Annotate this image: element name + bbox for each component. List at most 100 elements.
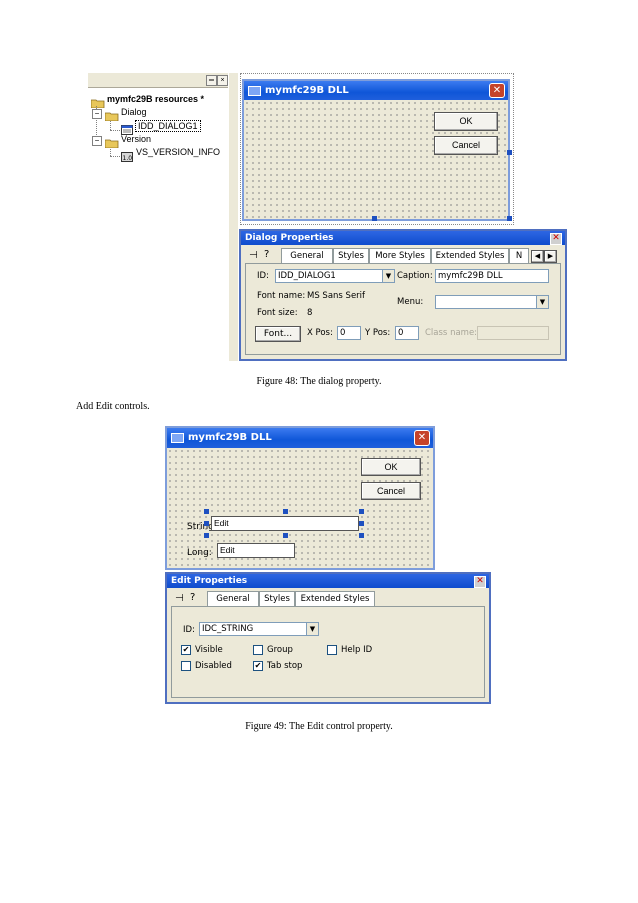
collapse-icon[interactable]: −	[92, 109, 102, 119]
pin-icon[interactable]: ⊣	[249, 250, 258, 261]
folder-open-icon	[104, 108, 119, 122]
dialog-properties-window[interactable]: Dialog Properties ✕ ⊣ ? General Styles M…	[239, 229, 567, 361]
dialog-title: mymfc29B DLL	[265, 85, 349, 96]
group-checkbox[interactable]	[253, 645, 263, 655]
ypos-label: Y Pos:	[365, 328, 391, 338]
close-button[interactable]: ✕	[474, 576, 486, 588]
font-name-value: MS Sans Serif	[307, 291, 366, 301]
properties-titlebar[interactable]: Edit Properties ✕	[167, 574, 489, 588]
resource-tree-panel: ═ × mymfc29B resources * − Dialog IDD_DI…	[88, 73, 229, 361]
id-combobox[interactable]: IDD_DIALOG1 ▼	[275, 269, 395, 283]
dropdown-arrow-icon[interactable]: ▼	[306, 623, 318, 635]
resize-handle[interactable]	[283, 533, 288, 538]
visible-checkbox[interactable]: ✔	[181, 645, 191, 655]
tree-item-vs-version-info[interactable]: VS_VERSION_INFO	[136, 147, 220, 157]
ok-button[interactable]: OK	[434, 112, 498, 131]
check-icon: ✔	[254, 661, 262, 670]
properties-titlebar[interactable]: Dialog Properties ✕	[241, 231, 565, 245]
caption-input[interactable]: mymfc29B DLL	[435, 269, 549, 283]
visible-label: Visible	[195, 645, 223, 655]
body-paragraph: Add Edit controls.	[76, 401, 150, 412]
ok-button[interactable]: OK	[361, 458, 421, 476]
ypos-input[interactable]: 0	[395, 326, 419, 340]
long-edit-text: Edit	[220, 545, 235, 555]
string-edit-field[interactable]: Edit	[211, 516, 359, 531]
cancel-button[interactable]: Cancel	[434, 136, 498, 155]
menu-combobox[interactable]: ▼	[435, 295, 549, 309]
dropdown-arrow-icon[interactable]: ▼	[536, 296, 548, 308]
folder-open-icon	[90, 95, 105, 109]
tree-panel-header: ═ ×	[88, 73, 228, 88]
figure-49-caption: Figure 49: The Edit control property.	[245, 721, 393, 732]
grip-icon[interactable]: ═	[206, 75, 217, 86]
dialog-titlebar[interactable]: mymfc29B DLL ✕	[244, 81, 508, 100]
resize-handle[interactable]	[204, 509, 209, 514]
dialog-window[interactable]: mymfc29B DLL ✕ OK Cancel String: Edit Lo…	[165, 426, 435, 570]
tree-connector	[110, 156, 120, 157]
tab-extended-styles[interactable]: Extended Styles	[431, 248, 509, 264]
figure-48-caption: Figure 48: The dialog property.	[256, 376, 382, 387]
resize-handle[interactable]	[359, 533, 364, 538]
close-button[interactable]: ✕	[414, 430, 430, 446]
dialog-window[interactable]: mymfc29B DLL ✕ OK Cancel	[242, 79, 510, 221]
tree-connector	[110, 130, 120, 131]
tree-item-idd-dialog1[interactable]: IDD_DIALOG1	[135, 120, 201, 132]
window-icon	[248, 86, 261, 96]
resize-handle[interactable]	[507, 216, 512, 221]
tab-styles[interactable]: Styles	[259, 591, 295, 607]
resize-handle[interactable]	[204, 521, 209, 526]
id-label: ID:	[183, 625, 195, 635]
resize-handle[interactable]	[359, 521, 364, 526]
resize-handle[interactable]	[283, 509, 288, 514]
tab-general[interactable]: General	[281, 248, 333, 264]
font-button[interactable]: Font...	[255, 326, 301, 342]
long-label: Long:	[187, 548, 212, 558]
long-edit-field[interactable]: Edit	[217, 543, 295, 558]
dropdown-arrow-icon[interactable]: ▼	[382, 270, 394, 282]
help-id-label: Help ID	[341, 645, 373, 655]
close-button[interactable]: ✕	[489, 83, 505, 98]
tab-extended-styles[interactable]: Extended Styles	[295, 591, 375, 607]
tab-more-styles[interactable]: More Styles	[369, 248, 431, 264]
help-id-checkbox[interactable]	[327, 645, 337, 655]
resize-handle[interactable]	[372, 216, 377, 221]
scroll-left-icon[interactable]: ◀	[531, 250, 544, 263]
help-icon[interactable]: ?	[264, 249, 269, 260]
version-resource-icon: 1.0	[121, 149, 133, 162]
dialog-titlebar[interactable]: mymfc29B DLL ✕	[167, 428, 433, 448]
close-button[interactable]: ✕	[550, 233, 562, 245]
tab-overflow[interactable]: N	[509, 248, 529, 264]
xpos-input[interactable]: 0	[337, 326, 361, 340]
id-label: ID:	[257, 271, 269, 281]
properties-title: Dialog Properties	[245, 233, 334, 243]
tree-item-version-folder[interactable]: Version	[121, 134, 151, 144]
tree-root-label[interactable]: mymfc29B resources *	[107, 94, 204, 104]
tab-general[interactable]: General	[207, 591, 259, 607]
window-icon	[171, 433, 184, 443]
id-value: IDC_STRING	[202, 624, 254, 634]
scroll-right-icon[interactable]: ▶	[544, 250, 557, 263]
resize-handle[interactable]	[204, 533, 209, 538]
help-icon[interactable]: ?	[190, 592, 195, 603]
id-combobox[interactable]: IDC_STRING ▼	[199, 622, 319, 636]
tab-stop-checkbox[interactable]: ✔	[253, 661, 263, 671]
resize-handle[interactable]	[359, 509, 364, 514]
class-name-input	[477, 326, 549, 340]
resize-handle[interactable]	[507, 150, 512, 155]
cancel-button[interactable]: Cancel	[361, 482, 421, 500]
figure-49-screenshot: mymfc29B DLL ✕ OK Cancel String: Edit Lo…	[163, 426, 491, 706]
collapse-icon[interactable]: −	[92, 136, 102, 146]
caption-label: Caption:	[397, 271, 433, 281]
id-value: IDD_DIALOG1	[278, 271, 336, 281]
menu-label: Menu:	[397, 297, 424, 307]
folder-open-icon	[104, 135, 119, 149]
font-name-label: Font name:	[257, 291, 306, 301]
string-edit-text: Edit	[214, 518, 229, 528]
close-icon[interactable]: ×	[217, 75, 228, 86]
disabled-checkbox[interactable]	[181, 661, 191, 671]
dialog-resource-icon	[121, 122, 133, 135]
edit-properties-window[interactable]: Edit Properties ✕ ⊣ ? General Styles Ext…	[165, 572, 491, 704]
tree-item-dialog-folder[interactable]: Dialog	[121, 107, 147, 117]
pin-icon[interactable]: ⊣	[175, 593, 184, 604]
tab-styles[interactable]: Styles	[333, 248, 369, 264]
